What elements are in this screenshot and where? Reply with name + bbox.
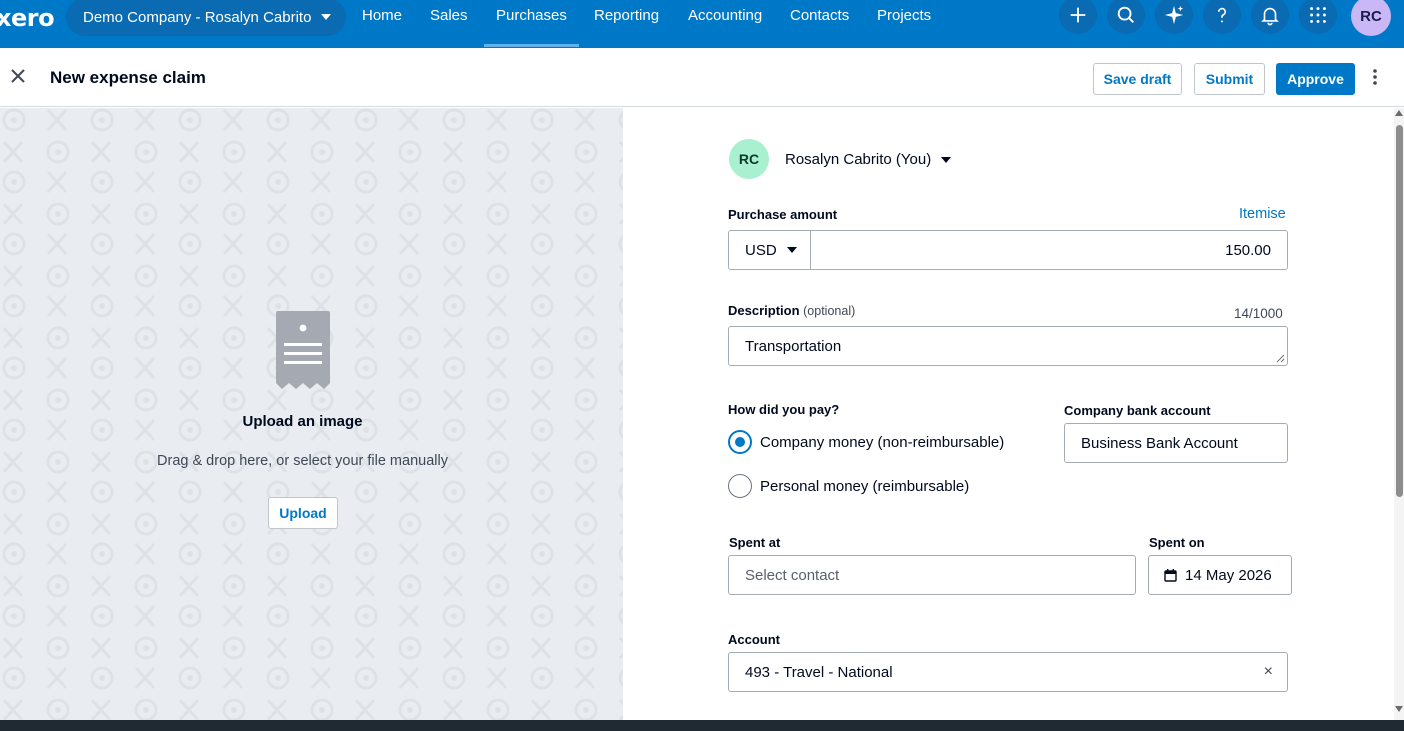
pay-method-label: How did you pay? — [728, 402, 840, 417]
description-label: Description (optional) — [728, 303, 855, 318]
search-button[interactable] — [1107, 0, 1145, 34]
save-draft-button[interactable]: Save draft — [1093, 63, 1182, 95]
page-header: New expense claim Save draft Submit Appr… — [0, 48, 1404, 107]
amount-input[interactable]: 150.00 — [810, 230, 1288, 270]
radio-personal-money[interactable] — [728, 474, 752, 498]
more-options-icon[interactable] — [1368, 68, 1382, 88]
calendar-icon — [1164, 568, 1177, 582]
receipt-icon — [276, 311, 330, 389]
nav-projects[interactable]: Projects — [877, 7, 931, 24]
upload-dropzone: Upload an image Drag & drop here, or sel… — [0, 108, 623, 720]
apps-grid-icon — [1310, 7, 1326, 23]
currency-select[interactable]: USD — [728, 230, 811, 270]
account-value: 493 - Travel - National — [745, 663, 893, 681]
pay-option-personal[interactable]: Personal money (reimbursable) — [728, 474, 969, 498]
nav-sales[interactable]: Sales — [430, 7, 468, 24]
description-label-text: Description — [728, 303, 800, 318]
spent-at-input[interactable]: Select contact — [728, 555, 1136, 595]
receipt-upload-area[interactable]: Upload an image Drag & drop here, or sel… — [0, 108, 623, 720]
nav-home[interactable]: Home — [362, 7, 402, 24]
notifications-button[interactable] — [1251, 0, 1289, 34]
organisation-switcher[interactable]: Demo Company - Rosalyn Cabrito — [66, 0, 346, 36]
purchase-amount-label: Purchase amount — [728, 207, 838, 222]
bank-account-select[interactable]: Business Bank Account — [1064, 423, 1288, 463]
page-title: New expense claim — [50, 68, 206, 87]
spent-at-label: Spent at — [729, 535, 781, 550]
bell-icon — [1261, 7, 1279, 26]
approve-button[interactable]: Approve — [1276, 63, 1355, 95]
description-textarea[interactable]: Transportation — [728, 326, 1288, 366]
nav-purchases[interactable]: Purchases — [484, 7, 579, 47]
top-navigation: xero Demo Company - Rosalyn Cabrito Home… — [0, 0, 1404, 48]
spent-on-value: 14 May 2026 — [1185, 566, 1272, 584]
resize-handle-icon[interactable] — [1276, 354, 1285, 363]
claimant-name: Rosalyn Cabrito (You) — [785, 151, 932, 168]
description-optional: (optional) — [803, 304, 856, 318]
description-counter: 14/1000 — [1234, 306, 1283, 321]
claimant-selector[interactable]: Rosalyn Cabrito (You) — [785, 151, 952, 168]
chevron-down-icon — [321, 14, 332, 20]
organisation-name: Demo Company - Rosalyn Cabrito — [83, 8, 312, 26]
nav-reporting[interactable]: Reporting — [594, 7, 659, 24]
ai-assistant-button[interactable] — [1155, 0, 1193, 34]
account-label: Account — [728, 632, 780, 647]
create-new-button[interactable] — [1059, 0, 1097, 34]
currency-value: USD — [745, 241, 777, 259]
claimant-avatar: RC — [729, 139, 769, 179]
scrollbar-thumb[interactable] — [1396, 125, 1403, 497]
pay-option-company[interactable]: Company money (non-reimbursable) — [728, 430, 1004, 454]
scroll-up-icon[interactable] — [1395, 110, 1403, 116]
pay-option-company-label: Company money (non-reimbursable) — [760, 433, 1005, 451]
help-button[interactable] — [1203, 0, 1241, 34]
scroll-down-icon[interactable] — [1395, 706, 1403, 712]
upload-title: Upload an image — [242, 413, 363, 430]
sparkle-icon — [1164, 5, 1184, 25]
xero-logo[interactable]: xero — [0, 4, 55, 32]
os-taskbar — [0, 720, 1404, 731]
chevron-down-icon — [941, 156, 952, 163]
nav-contacts[interactable]: Contacts — [790, 7, 849, 24]
close-icon[interactable] — [10, 68, 26, 84]
expense-claim-form: RC Rosalyn Cabrito (You) Purchase amount… — [623, 108, 1404, 720]
help-icon — [1217, 7, 1226, 23]
pay-option-personal-label: Personal money (reimbursable) — [760, 477, 970, 495]
clear-icon[interactable]: × — [1264, 663, 1273, 681]
nav-accounting[interactable]: Accounting — [688, 7, 762, 24]
spent-on-label: Spent on — [1149, 535, 1205, 550]
user-avatar[interactable]: RC — [1351, 0, 1391, 36]
account-select[interactable]: 493 - Travel - National × — [728, 652, 1288, 692]
radio-company-money[interactable] — [728, 430, 752, 454]
plus-icon — [1070, 7, 1086, 23]
chevron-down-icon — [786, 247, 797, 253]
description-value: Transportation — [745, 337, 842, 355]
upload-button[interactable]: Upload — [268, 497, 338, 529]
apps-menu-button[interactable] — [1299, 0, 1337, 34]
bank-account-label: Company bank account — [1064, 403, 1211, 418]
itemise-link[interactable]: Itemise — [1239, 206, 1286, 222]
search-icon — [1117, 6, 1134, 23]
spent-on-date-input[interactable]: 14 May 2026 — [1148, 555, 1292, 595]
submit-button[interactable]: Submit — [1194, 63, 1265, 95]
upload-subtitle: Drag & drop here, or select your file ma… — [157, 453, 448, 469]
